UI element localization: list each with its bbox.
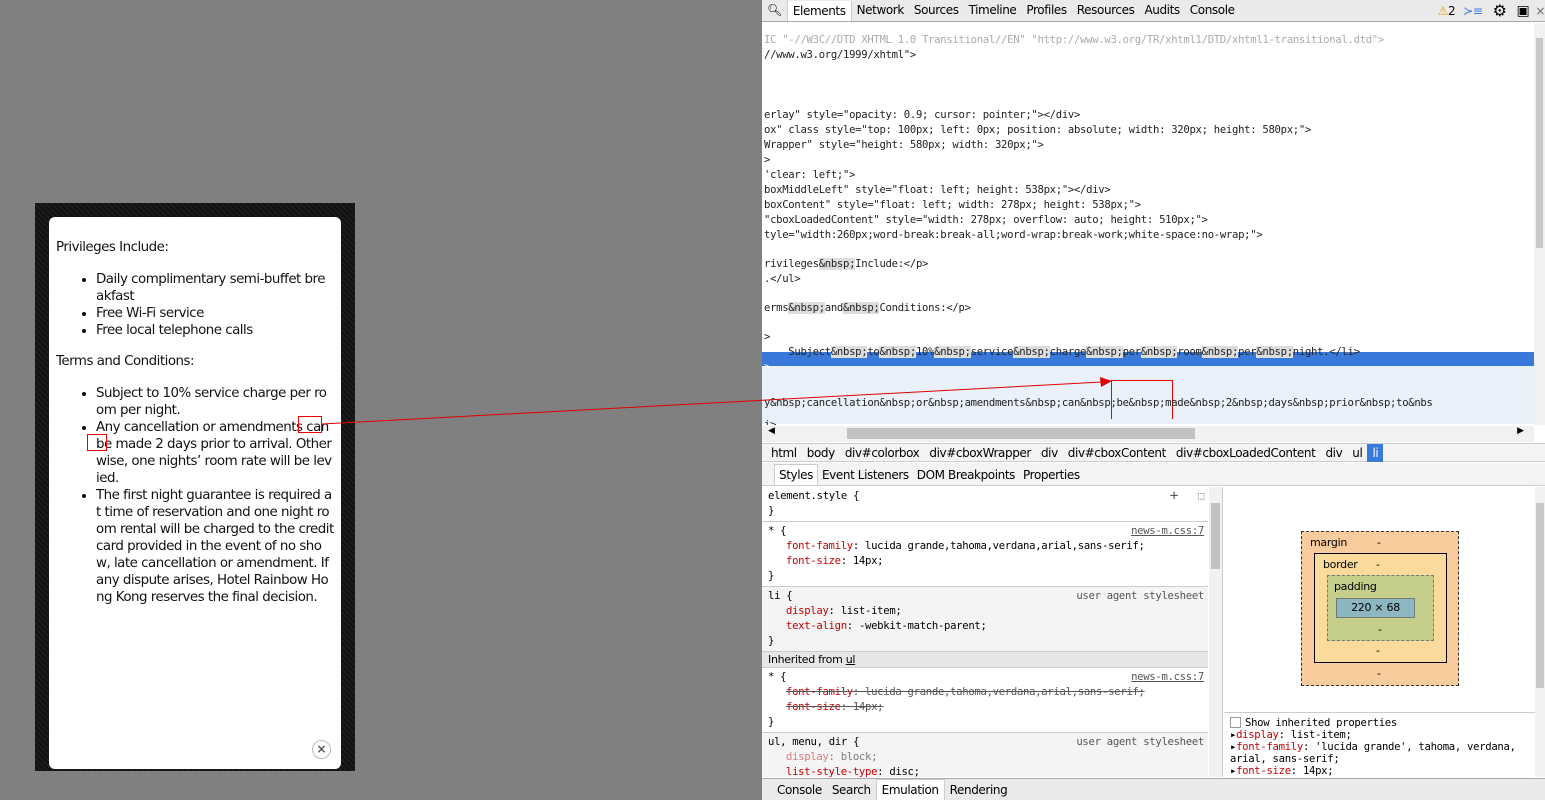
dom-tree-line[interactable]: y&nbsp;cancellation&nbsp;or&nbsp;amendme… [764, 396, 1534, 411]
